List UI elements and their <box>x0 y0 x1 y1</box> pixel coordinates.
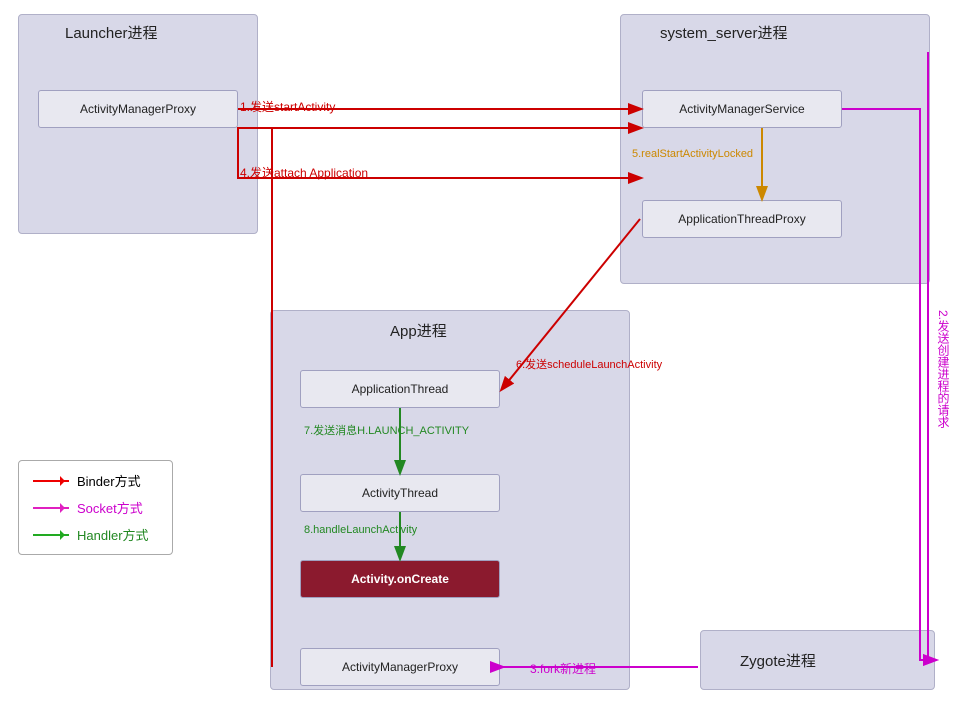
arrow3-label: 3.fork新进程 <box>530 660 596 677</box>
launcher-amp-label: ActivityManagerProxy <box>80 102 196 116</box>
ams-label: ActivityManagerService <box>679 102 804 116</box>
arrow1-label: 1.发送startActivity <box>240 98 335 115</box>
launcher-amp-box: ActivityManagerProxy <box>38 90 238 128</box>
legend-label-binder: Binder方式 <box>77 471 141 490</box>
legend-item-binder: Binder方式 <box>33 471 158 490</box>
arrow5-label: 5.realStartActivityLocked <box>632 148 753 160</box>
legend-label-handler: Handler方式 <box>77 525 149 544</box>
zygote-process-label: Zygote进程 <box>740 650 816 671</box>
zygote-process-box <box>700 630 935 690</box>
atp-label: ApplicationThreadProxy <box>678 212 805 226</box>
legend-item-socket: Socket方式 <box>33 498 158 517</box>
arrow8-label: 8.handleLaunchActivity <box>304 524 417 536</box>
app-amp-label: ActivityManagerProxy <box>342 660 458 674</box>
app-activitythread-label: ActivityThread <box>362 486 438 500</box>
arrow4-label: 4.发送attach Application <box>240 164 368 181</box>
legend-item-handler: Handler方式 <box>33 525 158 544</box>
arrow6-label: 6.发送scheduleLaunchActivity <box>516 356 662 372</box>
legend-arrow-red <box>33 480 69 482</box>
launcher-process-label: Launcher进程 <box>65 22 158 43</box>
arrow7-label: 7.发送消息H.LAUNCH_ACTIVITY <box>304 422 469 438</box>
atp-box: ApplicationThreadProxy <box>642 200 842 238</box>
legend-arrow-pink <box>33 507 69 509</box>
app-oncreate-label: Activity.onCreate <box>351 572 449 586</box>
legend-label-socket: Socket方式 <box>77 498 143 517</box>
app-applicationthread-box: ApplicationThread <box>300 370 500 408</box>
arrow2-label: 2.发送创建进程的请求 <box>934 310 950 428</box>
app-activitythread-box: ActivityThread <box>300 474 500 512</box>
app-process-label: App进程 <box>390 320 447 341</box>
system-server-process-label: system_server进程 <box>660 22 788 43</box>
legend-box: Binder方式 Socket方式 Handler方式 <box>18 460 173 555</box>
ams-box: ActivityManagerService <box>642 90 842 128</box>
legend-arrow-green <box>33 534 69 536</box>
app-oncreate-box: Activity.onCreate <box>300 560 500 598</box>
app-amp-box: ActivityManagerProxy <box>300 648 500 686</box>
diagram-container: Launcher进程 ActivityManagerProxy system_s… <box>0 0 960 720</box>
app-applicationthread-label: ApplicationThread <box>352 382 449 396</box>
